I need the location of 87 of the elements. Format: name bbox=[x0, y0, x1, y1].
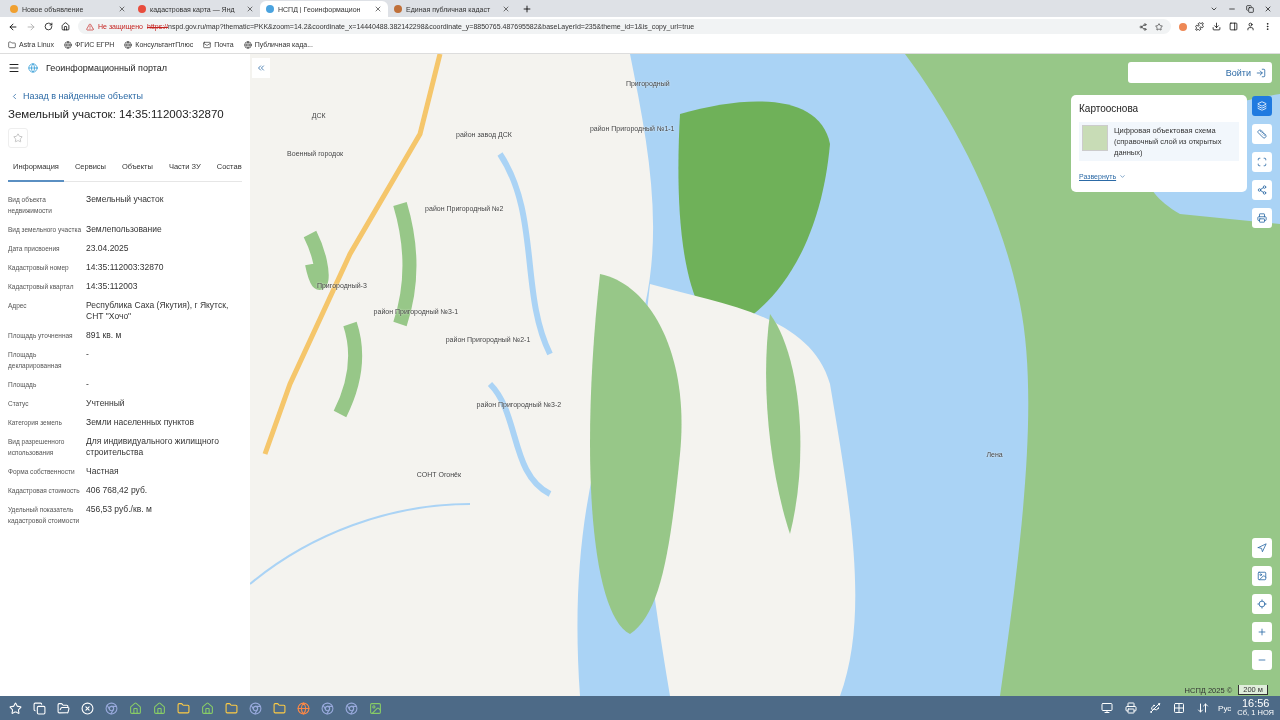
favicon-icon bbox=[138, 5, 146, 13]
locate-icon bbox=[1257, 599, 1267, 609]
navigation-icon bbox=[1257, 543, 1267, 553]
favicon-icon bbox=[394, 5, 402, 13]
bookmark-icon bbox=[124, 40, 133, 49]
field-value: 456,53 руб./кв. м bbox=[86, 504, 153, 516]
login-button[interactable]: Войти bbox=[1128, 62, 1272, 83]
field-value: Республика Саха (Якутия), г Якутск, СНТ "Хочо" bbox=[86, 300, 230, 322]
taskbar-app-icon[interactable] bbox=[246, 699, 264, 717]
zoom-in-button[interactable] bbox=[1252, 622, 1272, 642]
layer-thumbnail bbox=[1082, 125, 1108, 151]
field-value: Учтенный bbox=[86, 398, 126, 409]
locate-button[interactable] bbox=[1252, 594, 1272, 614]
field-value: Земельный участок bbox=[86, 194, 165, 206]
close-icon[interactable] bbox=[1264, 5, 1272, 13]
printer-icon bbox=[1257, 213, 1267, 223]
tab-search-icon[interactable] bbox=[1210, 5, 1218, 13]
close-icon[interactable] bbox=[502, 5, 510, 13]
close-icon[interactable] bbox=[374, 5, 382, 13]
windows-icon[interactable] bbox=[30, 699, 48, 717]
image-icon bbox=[1257, 571, 1267, 581]
field-value: 406 768,42 руб. bbox=[86, 485, 149, 496]
home-icon[interactable] bbox=[61, 22, 70, 31]
minimize-icon[interactable] bbox=[1228, 5, 1236, 13]
navigate-button[interactable] bbox=[1252, 538, 1272, 558]
close-icon[interactable] bbox=[246, 5, 254, 13]
taskbar-app-icon[interactable] bbox=[342, 699, 360, 717]
reload-icon[interactable] bbox=[44, 22, 53, 31]
basemap-button[interactable] bbox=[1252, 566, 1272, 586]
download-icon[interactable] bbox=[1212, 22, 1221, 31]
login-icon bbox=[1256, 67, 1266, 78]
field-value: - bbox=[86, 379, 90, 390]
side-panel-icon[interactable] bbox=[1229, 22, 1238, 31]
taskbar-app-icon[interactable] bbox=[102, 699, 120, 717]
extension-icon[interactable] bbox=[1179, 22, 1187, 31]
bookmark-icon bbox=[64, 40, 73, 49]
bookmark-icon bbox=[8, 40, 16, 49]
field-value: 14:35:112003:32870 bbox=[86, 262, 165, 273]
print-button[interactable] bbox=[1252, 208, 1272, 228]
share-icon[interactable] bbox=[1139, 22, 1147, 31]
field-value: 891 кв. м bbox=[86, 330, 123, 341]
ruler-icon bbox=[1257, 129, 1267, 139]
layers-icon bbox=[1257, 101, 1267, 111]
field-value: Для индивидуального жилищного строительства bbox=[86, 436, 220, 458]
new-tab-icon[interactable] bbox=[522, 4, 532, 14]
menu-icon[interactable] bbox=[1263, 22, 1272, 31]
keyboard-language[interactable]: Рус bbox=[1218, 703, 1232, 713]
back-icon[interactable] bbox=[8, 21, 18, 32]
zoom-out-button[interactable] bbox=[1252, 650, 1272, 670]
chevrons-left-icon bbox=[256, 63, 266, 73]
plus-icon bbox=[1257, 627, 1267, 637]
star-icon bbox=[13, 133, 23, 143]
layers-button[interactable] bbox=[1252, 96, 1272, 116]
bookmark-icon bbox=[243, 40, 252, 49]
share-button[interactable] bbox=[1252, 180, 1272, 200]
profile-icon[interactable] bbox=[1246, 22, 1255, 31]
scan-icon bbox=[1257, 157, 1267, 167]
close-icon[interactable] bbox=[78, 699, 96, 717]
warning-icon bbox=[86, 22, 94, 31]
taskbar-app-icon[interactable] bbox=[294, 699, 312, 717]
forward-icon[interactable] bbox=[26, 21, 36, 32]
favicon-icon bbox=[266, 5, 274, 13]
back-icon bbox=[10, 91, 19, 101]
field-value: Земли населенных пунктов bbox=[86, 417, 196, 428]
select-area-button[interactable] bbox=[1252, 152, 1272, 172]
back-link[interactable]: Назад в найденные объекты bbox=[10, 88, 242, 104]
measure-button[interactable] bbox=[1252, 124, 1272, 144]
field-value: 23.04.2025 bbox=[86, 243, 130, 254]
portal-title: Геоинформационный портал bbox=[46, 63, 167, 73]
favicon-icon bbox=[10, 5, 18, 13]
chevron-down-icon bbox=[1119, 173, 1127, 180]
logo-icon bbox=[28, 63, 38, 73]
bookmark-star-icon[interactable] bbox=[1155, 22, 1163, 31]
field-value: Землепользование bbox=[86, 224, 163, 235]
collapse-panel-button[interactable] bbox=[252, 58, 270, 78]
close-icon[interactable] bbox=[118, 5, 126, 13]
menu-icon[interactable] bbox=[8, 62, 20, 74]
share-icon bbox=[1257, 185, 1267, 195]
restore-icon[interactable] bbox=[1246, 5, 1254, 13]
extensions-icon[interactable] bbox=[1195, 22, 1204, 31]
object-heading: Земельный участок: 14:35:112003:32870 bbox=[8, 108, 225, 120]
bookmark-icon bbox=[203, 40, 212, 49]
field-value: 14:35:112003 bbox=[86, 281, 139, 292]
field-value: Частная bbox=[86, 466, 120, 477]
panel-title: Картооснова bbox=[1079, 103, 1140, 114]
field-value: - bbox=[86, 349, 90, 361]
taskbar-app-icon[interactable] bbox=[318, 699, 336, 717]
